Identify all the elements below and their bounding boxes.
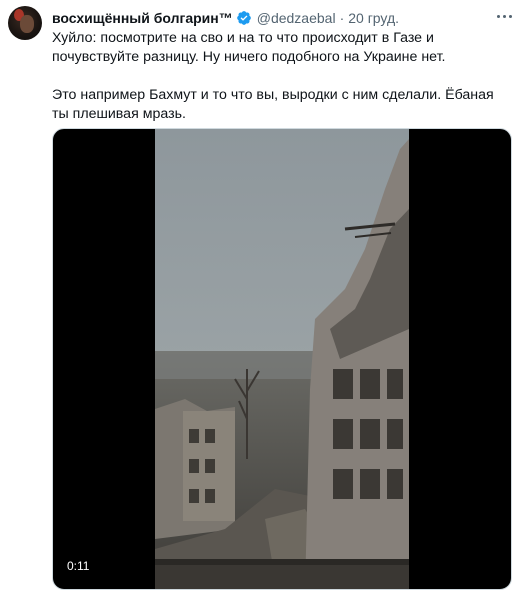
separator-dot: ·	[339, 10, 345, 26]
timestamp[interactable]: 20 груд.	[348, 10, 399, 26]
tweet[interactable]: восхищённый болгарин™ @dedzaebal · 20 гр…	[0, 0, 525, 593]
verified-badge-icon	[236, 10, 252, 26]
avatar[interactable]	[8, 6, 42, 40]
tweet-header: восхищённый болгарин™ @dedzaebal · 20 гр…	[52, 7, 515, 29]
author-handle[interactable]: @dedzaebal	[257, 10, 336, 26]
video-frame	[155, 129, 409, 589]
video-player[interactable]: 0:11	[52, 128, 512, 590]
video-duration: 0:11	[62, 557, 95, 575]
tweet-text-paragraph-2: Это например Бахмут и то что вы, выродки…	[52, 87, 494, 122]
avatar-face	[20, 15, 34, 33]
tweet-text-paragraph-1: Хуйло: посмотрите на сво и на то что про…	[52, 30, 446, 65]
more-options-icon[interactable]	[493, 8, 515, 24]
tweet-text: Хуйло: посмотрите на сво и на то что про…	[52, 29, 511, 124]
author-name[interactable]: восхищённый болгарин™	[52, 10, 233, 26]
